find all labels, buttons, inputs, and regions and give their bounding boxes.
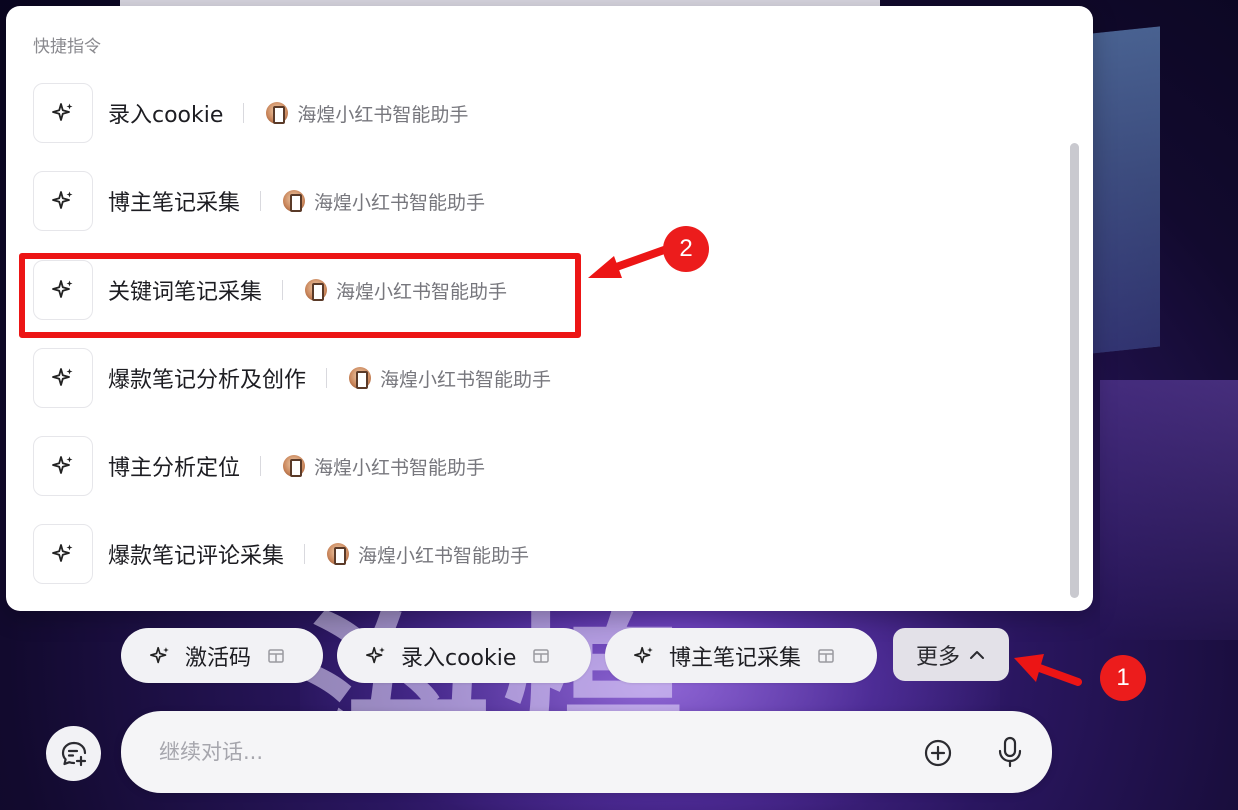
microphone-icon (998, 736, 1022, 768)
background-panel (1090, 26, 1160, 354)
command-label: 博主分析定位 (108, 456, 241, 481)
annotation-arrow (1014, 654, 1082, 686)
sparkle-icon (33, 348, 93, 408)
command-source: 海煌小红书智能助手 (283, 453, 485, 480)
background-streak (1100, 380, 1238, 640)
annotation-arrow (588, 246, 666, 278)
more-button[interactable]: 更多 (893, 628, 1009, 681)
chip-enter-cookie[interactable]: 录入cookie (337, 628, 591, 683)
popup-scrollbar[interactable] (1070, 143, 1079, 598)
command-source-label: 海煌小红书智能助手 (380, 368, 552, 391)
chip-activation-code[interactable]: 激活码 (121, 628, 323, 683)
window-icon (268, 648, 284, 663)
chip-label: 激活码 (185, 645, 252, 671)
separator (243, 103, 245, 123)
annotation-step-1: 1 (1100, 655, 1146, 701)
command-item[interactable]: 爆款笔记评论采集 海煌小红书智能助手 (33, 524, 593, 584)
message-input[interactable] (159, 735, 859, 769)
command-source: 海煌小红书智能助手 (283, 188, 485, 215)
command-label: 爆款笔记分析及创作 (108, 368, 307, 393)
assistant-avatar (349, 367, 372, 389)
sparkle-icon (33, 524, 93, 584)
separator (304, 544, 306, 564)
composer (121, 711, 1052, 793)
command-source-label: 海煌小红书智能助手 (314, 191, 486, 214)
sparkle-icon (33, 83, 93, 143)
separator (260, 456, 262, 476)
command-label: 爆款笔记评论采集 (108, 544, 285, 569)
voice-button[interactable] (995, 735, 1025, 769)
assistant-avatar (327, 543, 350, 565)
more-label: 更多 (915, 644, 960, 670)
command-item[interactable]: 博主分析定位 海煌小红书智能助手 (33, 436, 593, 496)
chevron-up-icon (970, 650, 984, 659)
assistant-avatar (283, 190, 306, 212)
attach-button[interactable] (922, 737, 954, 769)
assistant-avatar (283, 455, 306, 477)
assistant-avatar (266, 102, 289, 124)
separator (326, 368, 328, 388)
command-label: 博主笔记采集 (108, 191, 241, 216)
command-source-label: 海煌小红书智能助手 (358, 544, 530, 567)
chip-label: 录入cookie (401, 645, 517, 671)
separator (260, 191, 262, 211)
command-source-label: 海煌小红书智能助手 (314, 456, 486, 479)
command-label: 录入cookie (108, 103, 224, 128)
command-item[interactable]: 录入cookie 海煌小红书智能助手 (33, 83, 593, 143)
annotation-step-2: 2 (663, 226, 709, 272)
sparkle-icon (634, 646, 653, 663)
sparkle-icon (33, 171, 93, 231)
window-icon (818, 648, 834, 663)
command-source-label: 海煌小红书智能助手 (297, 103, 469, 126)
command-source: 海煌小红书智能助手 (327, 541, 529, 568)
sparkle-icon (150, 646, 169, 663)
command-source: 海煌小红书智能助手 (349, 365, 551, 392)
new-chat-icon (61, 741, 86, 766)
plus-circle-icon (924, 739, 952, 767)
new-chat-button[interactable] (46, 726, 101, 781)
popup-title: 快捷指令 (33, 37, 101, 57)
command-source: 海煌小红书智能助手 (266, 100, 468, 127)
chip-blogger-notes[interactable]: 博主笔记采集 (605, 628, 877, 683)
command-item[interactable]: 博主笔记采集 海煌小红书智能助手 (33, 171, 593, 231)
sparkle-icon (33, 436, 93, 496)
window-icon (533, 648, 550, 663)
sparkle-icon (366, 646, 385, 663)
chip-label: 博主笔记采集 (669, 645, 802, 671)
annotation-highlight-box (19, 253, 581, 338)
command-item[interactable]: 爆款笔记分析及创作 海煌小红书智能助手 (33, 348, 593, 408)
